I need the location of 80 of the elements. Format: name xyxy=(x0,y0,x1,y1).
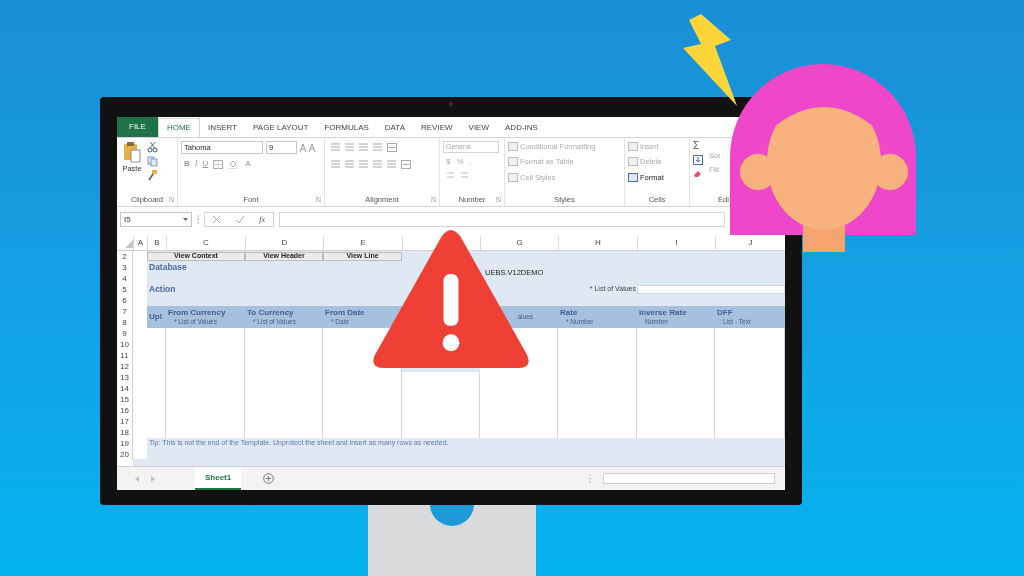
dialog-launcher-icon[interactable] xyxy=(316,197,321,202)
ribbon-tab[interactable]: PAGE LAYOUT xyxy=(245,118,317,137)
row-header[interactable]: 9 xyxy=(117,328,133,339)
row-header[interactable]: 17 xyxy=(117,416,133,427)
column-title: To Currency xyxy=(247,308,295,318)
column-title: Rate xyxy=(560,308,579,318)
column-title: DFF xyxy=(717,308,734,318)
paintbrush-icon[interactable] xyxy=(147,170,158,181)
row-header[interactable]: 2 xyxy=(117,251,133,262)
column-header[interactable]: C xyxy=(203,237,209,249)
action-field[interactable] xyxy=(637,285,785,294)
dropdown-icon xyxy=(183,218,188,221)
align-icon[interactable] xyxy=(359,160,368,168)
row-header[interactable]: 16 xyxy=(117,405,133,416)
column-title: Upl xyxy=(149,312,163,322)
previous-sheet-icon[interactable] xyxy=(135,475,139,482)
next-sheet-icon[interactable] xyxy=(151,475,155,482)
align-icon[interactable] xyxy=(359,143,368,151)
row-header[interactable]: 11 xyxy=(117,350,133,361)
name-box[interactable]: I5 xyxy=(120,212,192,227)
row-header[interactable]: 19 xyxy=(117,438,133,449)
select-all-icon[interactable] xyxy=(125,240,133,248)
scissors-icon[interactable] xyxy=(147,142,158,153)
action-label: Action xyxy=(148,284,177,295)
ribbon-tab[interactable]: VIEW xyxy=(460,118,497,137)
align-icon[interactable] xyxy=(345,160,354,168)
row-header[interactable]: 4 xyxy=(117,273,133,284)
autosum-button[interactable]: Σ xyxy=(693,140,703,151)
align-icon[interactable] xyxy=(373,160,382,168)
ribbon-tab[interactable]: DATA xyxy=(376,118,413,137)
cancel-icon[interactable] xyxy=(212,216,220,223)
column-title: From Date xyxy=(325,308,366,318)
paste-icon[interactable] xyxy=(123,141,141,163)
horizontal-scrollbar[interactable] xyxy=(603,473,775,484)
ribbon-tab[interactable]: FORMULAS xyxy=(316,118,377,137)
row-header[interactable]: 18 xyxy=(117,427,133,438)
eraser-icon[interactable] xyxy=(693,169,703,178)
database-label: Database xyxy=(148,262,188,273)
ribbon-tab[interactable]: REVIEW xyxy=(413,118,461,137)
column-header[interactable]: H xyxy=(595,237,601,249)
column-header[interactable]: E xyxy=(360,237,366,249)
align-icon[interactable] xyxy=(345,143,354,151)
column-title: From Currency xyxy=(168,308,227,318)
fill-down-icon[interactable] xyxy=(693,155,703,165)
ribbon-tab[interactable]: FILE xyxy=(117,117,158,137)
row-header[interactable]: 15 xyxy=(117,394,133,405)
row-header[interactable]: 6 xyxy=(117,295,133,306)
row-header[interactable]: 8 xyxy=(117,317,133,328)
sheet-tab[interactable]: Sheet1 xyxy=(195,467,242,490)
borders-icon[interactable] xyxy=(213,159,224,169)
column-header[interactable]: J xyxy=(748,237,753,249)
dialog-launcher-icon[interactable] xyxy=(496,197,501,202)
row-header[interactable]: 13 xyxy=(117,372,133,383)
ribbon-tab[interactable]: HOME xyxy=(157,118,200,137)
align-icon[interactable] xyxy=(331,143,340,151)
lightning-icon xyxy=(681,14,739,106)
align-icon[interactable] xyxy=(331,160,340,168)
column-header[interactable]: D xyxy=(281,237,288,249)
dialog-launcher-icon[interactable] xyxy=(431,197,436,202)
row-header[interactable]: 10 xyxy=(117,339,133,350)
insert-function-button[interactable]: fx xyxy=(259,213,266,226)
row-header[interactable]: 14 xyxy=(117,383,133,394)
align-icon[interactable] xyxy=(387,160,396,168)
ribbon-tab[interactable]: INSERT xyxy=(199,118,246,137)
column-title: Inverse Rate xyxy=(639,308,688,318)
column-header[interactable]: I xyxy=(675,237,678,249)
add-sheet-icon[interactable] xyxy=(263,473,275,484)
column-header[interactable]: A xyxy=(137,237,144,249)
ribbon-tab[interactable]: ADD-INS xyxy=(497,118,546,137)
align-icon[interactable] xyxy=(373,143,382,151)
row-header[interactable]: 12 xyxy=(117,361,133,372)
row-header[interactable]: 5 xyxy=(117,284,133,295)
font-size-icon[interactable] xyxy=(300,143,316,152)
column-header[interactable]: G xyxy=(516,237,523,249)
row-header[interactable]: 7 xyxy=(117,306,133,317)
dialog-launcher-icon[interactable] xyxy=(169,197,174,202)
checkmark-icon[interactable] xyxy=(235,216,244,223)
row-header[interactable]: 3 xyxy=(117,262,133,273)
formula-input[interactable] xyxy=(279,212,725,227)
column-header[interactable]: B xyxy=(154,237,160,249)
